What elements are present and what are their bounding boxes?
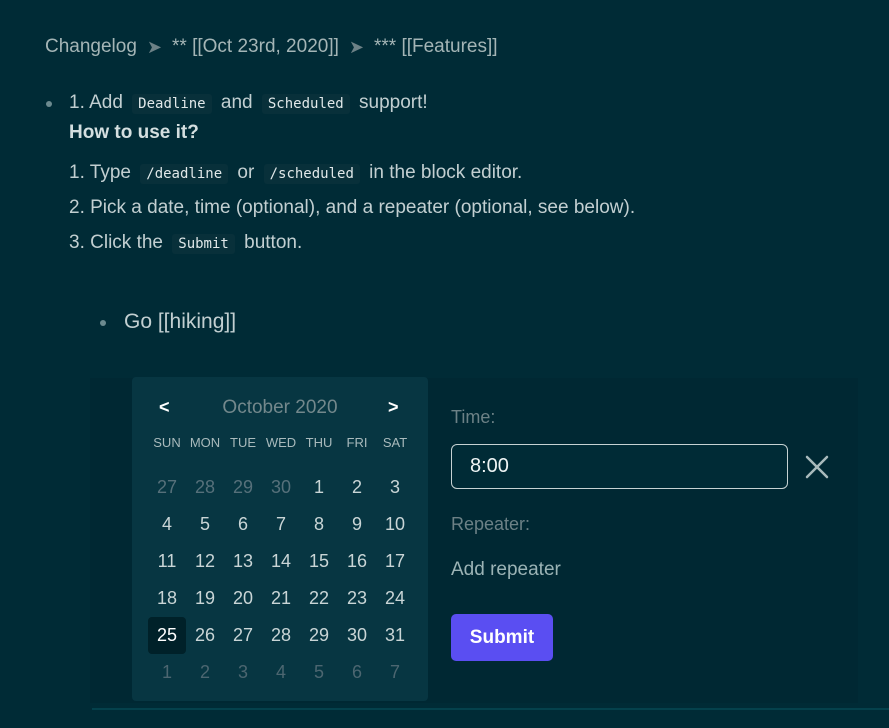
- calendar-day[interactable]: 17: [376, 543, 414, 580]
- step-1: 1. Type /deadline or /scheduled in the b…: [69, 162, 523, 184]
- weekday-label: THU: [305, 435, 333, 450]
- calendar-day[interactable]: 5: [186, 506, 224, 543]
- calendar-day[interactable]: 29: [300, 617, 338, 654]
- calendar-day[interactable]: 4: [262, 654, 300, 691]
- add-repeater-link[interactable]: Add repeater: [451, 559, 561, 581]
- how-to-heading: How to use it?: [69, 122, 199, 143]
- repeater-label: Repeater:: [451, 514, 531, 534]
- calendar-day[interactable]: 3: [224, 654, 262, 691]
- calendar-day[interactable]: 15: [300, 543, 338, 580]
- weekday-label: WED: [265, 435, 297, 450]
- calendar-day[interactable]: 1: [300, 469, 338, 506]
- code-scheduled: Scheduled: [261, 94, 350, 114]
- calendar-day-selected[interactable]: 25: [148, 617, 186, 654]
- divider: [92, 708, 889, 710]
- calendar-day[interactable]: 23: [338, 580, 376, 617]
- code-submit: Submit: [172, 234, 235, 254]
- breadcrumb-separator-icon: ➤: [146, 36, 163, 57]
- step-2: 2. Pick a date, time (optional), and a r…: [69, 197, 636, 218]
- weekday-label: MON: [189, 435, 221, 450]
- calendar-day[interactable]: 20: [224, 580, 262, 617]
- breadcrumb-item-features[interactable]: *** [[Features]]: [374, 36, 498, 58]
- close-icon[interactable]: [804, 454, 830, 480]
- calendar-day[interactable]: 24: [376, 580, 414, 617]
- calendar-day[interactable]: 30: [262, 469, 300, 506]
- calendar-day[interactable]: 8: [300, 506, 338, 543]
- child-block-text[interactable]: Go [[hiking]]: [124, 310, 236, 334]
- calendar-day[interactable]: 27: [148, 469, 186, 506]
- weekday-label: TUE: [230, 435, 256, 450]
- calendar-day[interactable]: 7: [262, 506, 300, 543]
- weekday-label: FRI: [346, 435, 368, 450]
- calendar-day[interactable]: 21: [262, 580, 300, 617]
- calendar-day[interactable]: 6: [224, 506, 262, 543]
- next-month-button[interactable]: >: [388, 397, 399, 418]
- month-label: October 2020: [222, 397, 338, 418]
- calendar: < October 2020 > SUN MON TUE WED THU FRI…: [132, 377, 428, 701]
- time-input[interactable]: [451, 444, 788, 489]
- child-block-bullet[interactable]: [100, 320, 106, 326]
- calendar-day[interactable]: 12: [186, 543, 224, 580]
- block-bullet[interactable]: [46, 101, 52, 107]
- calendar-day[interactable]: 29: [224, 469, 262, 506]
- breadcrumb: Changelog ➤ ** [[Oct 23rd, 2020]] ➤ *** …: [45, 36, 498, 58]
- code-scheduled-command: /scheduled: [263, 164, 360, 184]
- step-3: 3. Click the Submit button.: [69, 232, 303, 254]
- weekday-label: SAT: [382, 435, 408, 450]
- calendar-day[interactable]: 13: [224, 543, 262, 580]
- calendar-day[interactable]: 14: [262, 543, 300, 580]
- calendar-day[interactable]: 28: [186, 469, 224, 506]
- breadcrumb-item-changelog[interactable]: Changelog: [45, 36, 137, 58]
- calendar-days: 27 28 29 30 1 2 3 4 5 6 7 8 9 10 11 12 1…: [148, 469, 414, 691]
- calendar-day[interactable]: 26: [186, 617, 224, 654]
- block-title[interactable]: 1. Add Deadline and Scheduled support!: [69, 92, 428, 114]
- calendar-day[interactable]: 31: [376, 617, 414, 654]
- calendar-day[interactable]: 2: [338, 469, 376, 506]
- weekday-row: SUN MON TUE WED THU FRI SAT: [148, 435, 414, 450]
- calendar-day[interactable]: 10: [376, 506, 414, 543]
- calendar-day[interactable]: 30: [338, 617, 376, 654]
- calendar-day[interactable]: 2: [186, 654, 224, 691]
- submit-button[interactable]: Submit: [451, 614, 553, 661]
- code-deadline: Deadline: [132, 94, 212, 114]
- calendar-day[interactable]: 5: [300, 654, 338, 691]
- calendar-day[interactable]: 4: [148, 506, 186, 543]
- time-label: Time:: [451, 407, 496, 427]
- breadcrumb-item-date[interactable]: ** [[Oct 23rd, 2020]]: [172, 36, 339, 58]
- calendar-day[interactable]: 16: [338, 543, 376, 580]
- calendar-day[interactable]: 18: [148, 580, 186, 617]
- calendar-day[interactable]: 11: [148, 543, 186, 580]
- calendar-day[interactable]: 6: [338, 654, 376, 691]
- calendar-day[interactable]: 19: [186, 580, 224, 617]
- calendar-header: < October 2020 >: [132, 397, 428, 421]
- calendar-day[interactable]: 3: [376, 469, 414, 506]
- breadcrumb-separator-icon: ➤: [348, 36, 364, 57]
- calendar-day[interactable]: 7: [376, 654, 414, 691]
- calendar-day[interactable]: 1: [148, 654, 186, 691]
- calendar-day[interactable]: 9: [338, 506, 376, 543]
- calendar-day[interactable]: 28: [262, 617, 300, 654]
- calendar-day[interactable]: 27: [224, 617, 262, 654]
- code-deadline-command: /deadline: [140, 164, 229, 184]
- calendar-day[interactable]: 22: [300, 580, 338, 617]
- weekday-label: SUN: [153, 435, 181, 450]
